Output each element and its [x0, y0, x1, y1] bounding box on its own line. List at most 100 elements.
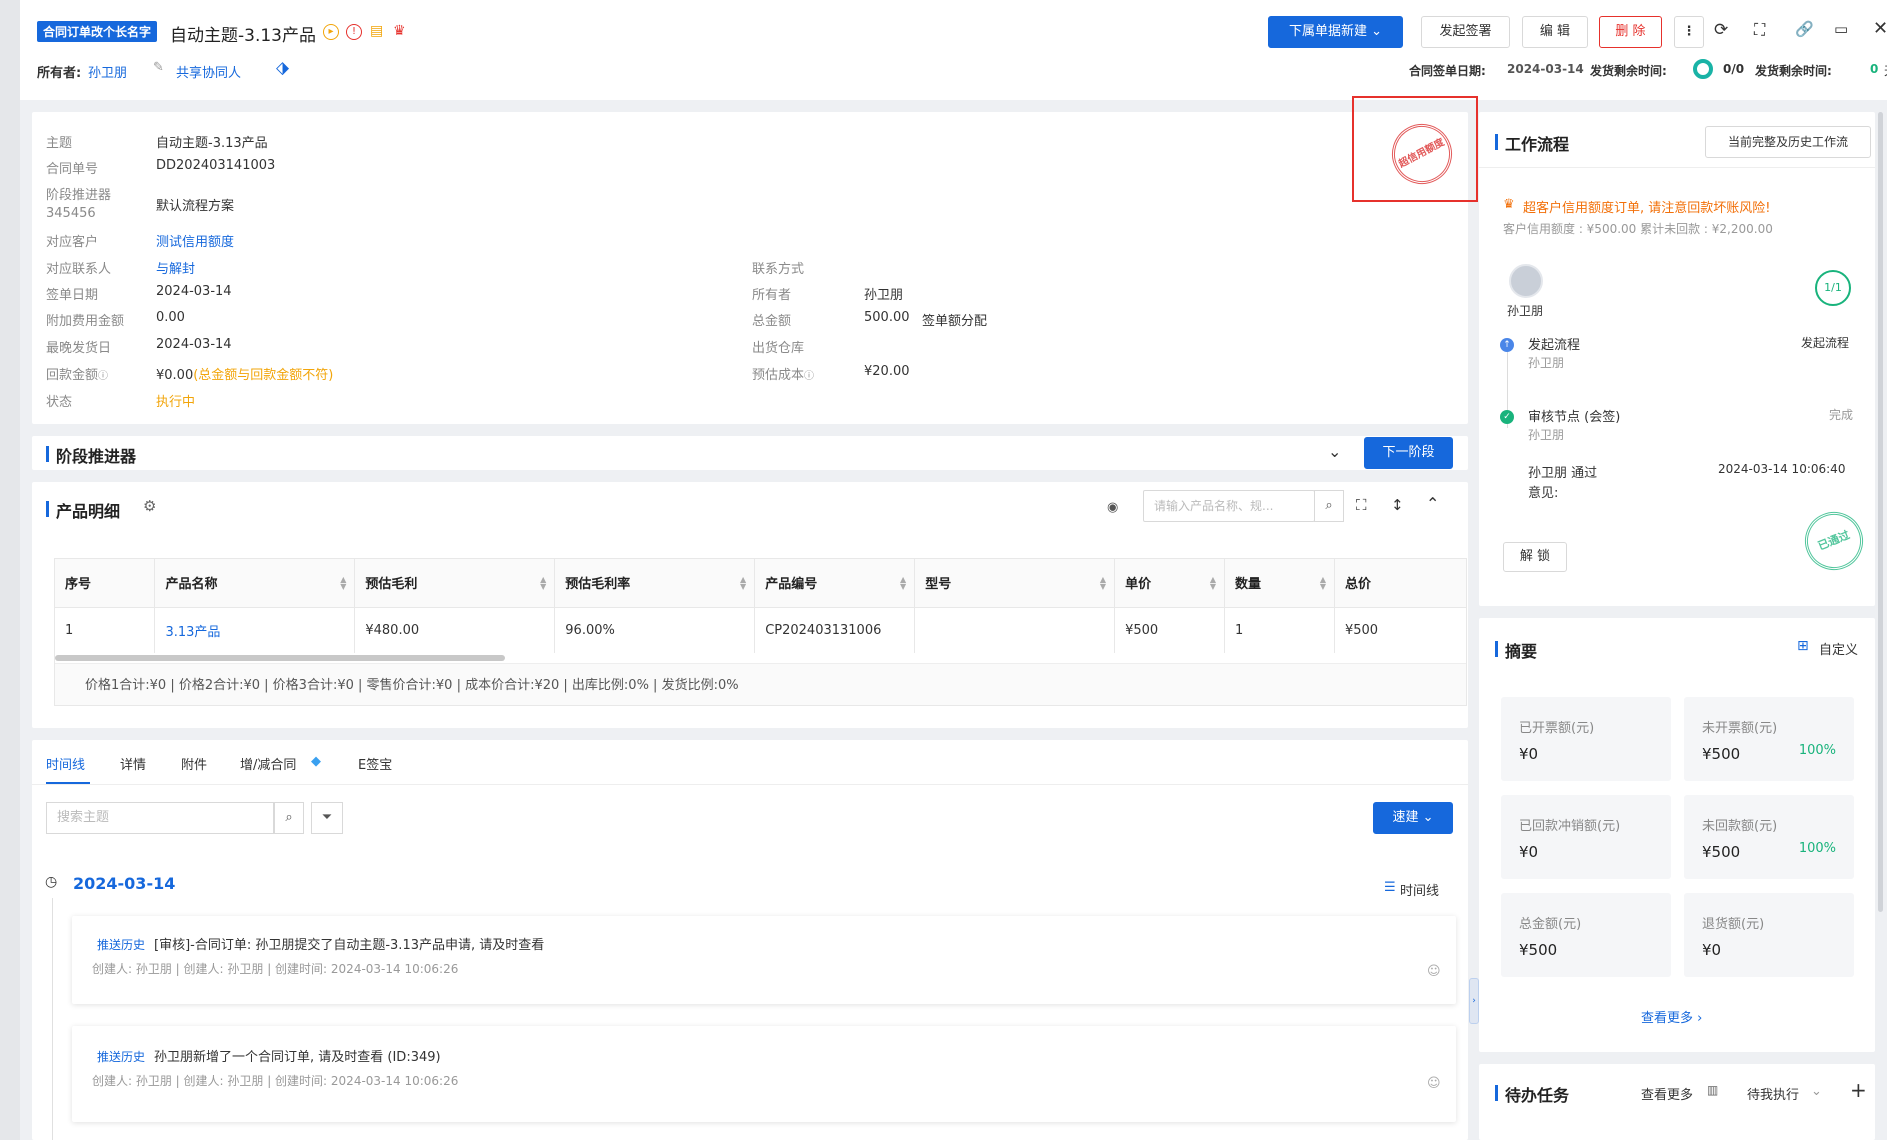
tab-esign[interactable]: E签宝 [358, 754, 392, 773]
metric-card: 未回款额(元) ¥500 100% [1684, 795, 1854, 879]
timeline-item[interactable]: 推送历史 [审核]-合同订单: 孙卫朋提交了自动主题-3.13产品申请, 请及时… [72, 916, 1456, 1004]
sign-amount-allocation[interactable]: 签单额分配 [922, 310, 987, 329]
note-icon[interactable]: ▤ [370, 23, 383, 39]
timeline-search-input[interactable]: 搜索主题 [46, 802, 274, 834]
col-profit-rate[interactable]: 预估毛利率 ▲ ▼ [554, 559, 756, 607]
customize-link[interactable]: 自定义 [1819, 639, 1858, 658]
detail-panel: 主题 自动主题-3.13产品 合同单号 DD202403141003 阶段推进器… [32, 96, 1478, 424]
date-label: 签单日期 [46, 288, 99, 303]
product-search-input[interactable]: 请输入产品名称、规... [1143, 490, 1315, 522]
settings-icon[interactable]: ⚙ [143, 497, 156, 515]
products-panel: 产品明细 ⚙ ◉ 请输入产品名称、规... ⌕ ⛶ ↕ ⌃ 序号 产品名称 ▲ ▼ … [32, 482, 1468, 728]
tab-active-indicator [46, 782, 90, 784]
timeline-meta: 创建人: 孙卫朋 | 创建人: 孙卫朋 | 创建时间: 2024-03-14 1… [92, 962, 459, 976]
latest-ship-label: 最晚发货日 [46, 341, 112, 356]
metric-card: 已开票额(元) ¥0 [1501, 697, 1671, 781]
filter-icon[interactable]: ⏷ [311, 802, 343, 834]
timeline-view-toggle[interactable]: 时间线 [1400, 880, 1439, 899]
new-sub-document-button[interactable]: 下属单据新建 ⌄ [1268, 16, 1403, 48]
delete-button[interactable]: 删 除 [1599, 16, 1662, 48]
edit-button[interactable]: 编 辑 [1522, 16, 1588, 48]
share-collaborators[interactable]: 共享协同人 [176, 62, 241, 81]
col-profit[interactable]: 预估毛利 ▲ ▼ [354, 559, 556, 607]
close-icon[interactable]: ✕ [1873, 18, 1887, 39]
link-icon[interactable]: 🔗 [1795, 20, 1814, 38]
search-icon[interactable]: ⌕ [274, 802, 304, 834]
timeline-date: 2024-03-14 [73, 874, 176, 893]
cost-value: ¥20.00 [864, 364, 910, 379]
metric-card: 已回款冲销额(元) ¥0 [1501, 795, 1671, 879]
clock-icon: ◷ [45, 874, 58, 890]
page-title: 自动主题-3.13产品 [170, 26, 316, 46]
layout-icon[interactable]: ▭ [1834, 20, 1848, 38]
tab-attachments[interactable]: 附件 [181, 754, 207, 773]
location-icon[interactable]: ◉ [1107, 500, 1118, 515]
tab-add-reduce-contract[interactable]: 增/减合同 [240, 754, 296, 773]
cell: 1 [1224, 606, 1335, 653]
horizontal-scrollbar[interactable] [55, 655, 505, 661]
view-more-link[interactable]: 查看更多 › [1641, 1007, 1702, 1026]
pass-time: 2024-03-14 10:06:40 [1718, 462, 1846, 476]
col-product-name[interactable]: 产品名称 ▲ ▼ [154, 559, 356, 607]
cell: 96.00% [554, 606, 756, 653]
sort-height-icon[interactable]: ↕ [1391, 496, 1404, 514]
col-qty[interactable]: 数量 ▲ ▼ [1224, 559, 1335, 607]
stage-bar-title: 阶段推进器 [46, 443, 136, 467]
fullscreen-icon[interactable]: ⛶ [1754, 20, 1765, 40]
comment-icon[interactable]: ☺ [1427, 964, 1441, 979]
warehouse-label: 出货仓库 [752, 341, 805, 356]
unlock-button[interactable]: 解 锁 [1503, 542, 1567, 572]
timeline-view-icon[interactable]: ☰ [1384, 880, 1396, 895]
col-model[interactable]: 型号 ▲ ▼ [914, 559, 1116, 607]
history-workflow-button[interactable]: 当前完整及历史工作流 [1705, 126, 1871, 158]
todo-filter-select[interactable]: 待我执行 [1747, 1084, 1799, 1103]
collapse-up-icon[interactable]: ⌃ [1426, 494, 1439, 513]
extra-fee-label: 附加费用金额 [46, 314, 125, 329]
todo-panel: 待办任务 查看更多 ▥ 待我执行 ⌄ + [1479, 1064, 1875, 1140]
customer-link[interactable]: 测试信用额度 [156, 231, 234, 250]
tab-timeline[interactable]: 时间线 [46, 754, 85, 773]
crown-icon[interactable]: ♛ [393, 23, 406, 39]
tab-details[interactable]: 详情 [120, 754, 146, 773]
search-icon[interactable]: ⌕ [1314, 490, 1344, 522]
col-unit-price[interactable]: 单价 ▲ ▼ [1114, 559, 1226, 607]
todo-view-more[interactable]: 查看更多 [1641, 1084, 1693, 1103]
owner-label-detail: 所有者 [752, 288, 792, 303]
credit-warning: 超客户信用额度订单, 请注意回款坏账风险! [1523, 201, 1771, 216]
timeline-item[interactable]: 推送历史 孙卫朋新增了一个合同订单, 请及时查看 (ID:349) 创建人: 孙… [72, 1026, 1456, 1122]
products-table: 序号 产品名称 ▲ ▼ 预估毛利 ▲ ▼ 预估毛利率 ▲ ▼ 产品编号 ▲ ▼ 型号 ▲ ▼ 单价 ▲… [55, 559, 1466, 653]
page-scrollbar[interactable] [1878, 112, 1883, 912]
col-product-code[interactable]: 产品编号 ▲ ▼ [754, 559, 916, 607]
owner-link[interactable]: 孙卫朋 [88, 62, 127, 81]
play-icon[interactable]: ▸ [323, 24, 339, 40]
owner-label: 所有者: [37, 66, 82, 81]
workflow-panel: 工作流程 当前完整及历史工作流 ♛ 超客户信用额度订单, 请注意回款坏账风险! … [1479, 112, 1875, 606]
cost-label: 预估成本ⓘ [752, 368, 815, 383]
contact-link[interactable]: 与解封 [156, 258, 195, 277]
panel-toggle-handle[interactable]: › [1469, 978, 1479, 1024]
products-title: 产品明细 [46, 498, 120, 522]
next-stage-button[interactable]: 下一阶段 [1364, 437, 1453, 469]
credit-info: 客户信用额度 : ¥500.00 累计未回款 : ¥2,200.00 [1503, 222, 1773, 236]
page-header: 合同订单改个长名字 自动主题-3.13产品 ▸ ! ▤ ♛ 所有者: 孙卫朋 ✎… [20, 0, 1887, 100]
step2-name: 审核节点 (会签) [1528, 410, 1621, 425]
quick-create-button[interactable]: 速建 ⌄ [1373, 802, 1453, 834]
diamond-icon: ◆ [311, 754, 321, 769]
crown-icon: ♛ [1503, 197, 1515, 212]
add-icon[interactable]: + [1850, 1078, 1867, 1102]
timeline-text: 孙卫朋新增了一个合同订单, 请及时查看 (ID:349) [154, 1050, 441, 1065]
refresh-icon[interactable]: ⟳ [1714, 20, 1728, 40]
more-icon[interactable]: ⋮ [1674, 16, 1704, 48]
comment-icon[interactable]: ☺ [1427, 1076, 1441, 1091]
alert-icon[interactable]: ! [346, 24, 362, 40]
product-link[interactable]: 3.13产品 [154, 606, 356, 653]
grid-icon[interactable]: ⊞ [1797, 638, 1809, 654]
start-sign-button[interactable]: 发起签署 [1421, 16, 1510, 48]
status-label: 状态 [46, 395, 73, 410]
timeline-rail [52, 898, 53, 1140]
tab-divider [32, 784, 1468, 785]
tag-icon[interactable]: ⬗ [276, 58, 289, 78]
collapse-down-icon[interactable]: ⌄ [1328, 442, 1341, 461]
ship-days: 0 [1870, 62, 1879, 76]
expand-icon[interactable]: ⛶ [1356, 496, 1367, 514]
